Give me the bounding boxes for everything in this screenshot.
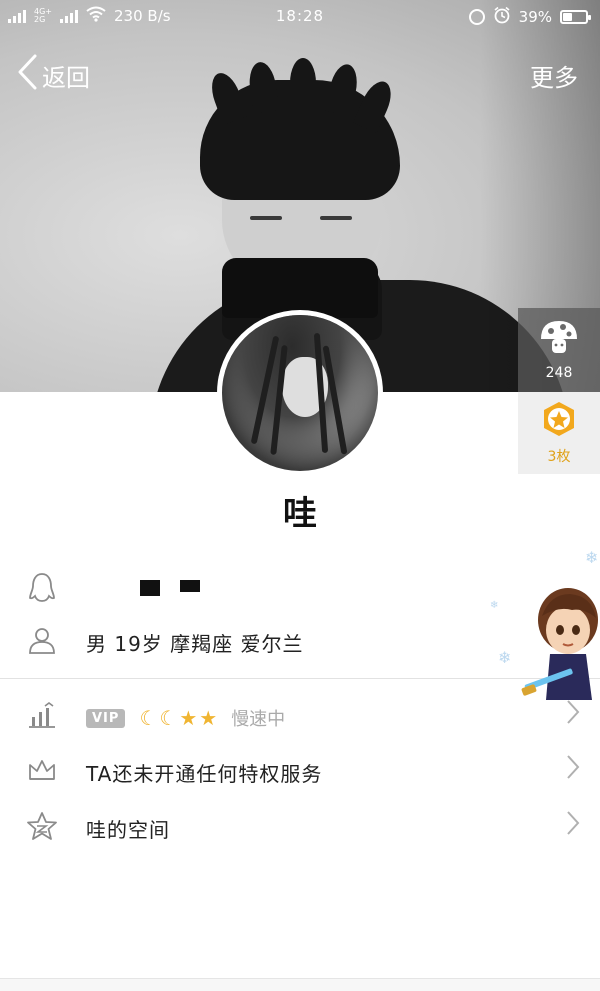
moon-icon: ☾ [159, 706, 178, 730]
speed-status: 慢速中 [231, 709, 286, 730]
chevron-right-icon [566, 754, 580, 786]
snowflake-icon: ❄ [490, 600, 499, 611]
profile-details: 男 19岁 摩羯座 爱尔兰 [86, 632, 304, 656]
alarm-icon [493, 6, 511, 28]
star-coin-icon [540, 400, 578, 442]
bottom-bar [0, 978, 600, 991]
qzone-label: 哇的空间 [86, 818, 170, 842]
qzone-row[interactable]: 哇的空间 [0, 808, 600, 844]
vip-row[interactable]: VIP ☾ ☾ ★ ★ 慢速中 [0, 697, 600, 733]
back-label: 返回 [42, 63, 90, 92]
nickname: 哇 [283, 494, 317, 534]
privilege-row[interactable]: TA还未开通任何特权服务 [0, 752, 600, 788]
mushroom-count: 248 [545, 365, 573, 381]
redacted-block [180, 580, 200, 592]
crown-icon [26, 754, 58, 786]
divider [0, 678, 600, 679]
more-button[interactable]: 更多 [530, 58, 578, 93]
lock-icon [468, 9, 485, 25]
person-icon [26, 624, 58, 656]
mushroom-icon [539, 319, 579, 361]
qq-number-row [0, 570, 600, 606]
star-icon: ★ [179, 706, 198, 730]
vip-content: VIP ☾ ☾ ★ ★ 慢速中 [86, 705, 285, 731]
status-right: 39% [468, 6, 591, 28]
level-chart-icon [26, 699, 58, 731]
battery-percent: 39% [518, 8, 552, 26]
coin-count: 3枚 [547, 449, 571, 465]
redacted-block [140, 580, 160, 596]
cartoon-pendant[interactable] [520, 580, 600, 720]
star-icon: ★ [199, 706, 218, 730]
qzone-star-icon [26, 810, 58, 842]
mushroom-badge[interactable]: 248 [518, 308, 600, 392]
back-button[interactable]: 返回 [16, 54, 90, 96]
avatar[interactable] [217, 310, 383, 476]
avatar-photo [222, 315, 378, 471]
battery-icon [560, 10, 591, 24]
coin-badge[interactable]: 3枚 [518, 392, 600, 474]
privilege-label: TA还未开通任何特权服务 [86, 762, 323, 786]
chevron-left-icon [16, 54, 38, 96]
eye-right [320, 216, 352, 220]
status-bar: 4G+ 2G 230 B/s 18:28 39% [0, 0, 600, 32]
snowflake-icon: ❄ [585, 548, 599, 567]
snowflake-icon: ❄ [498, 648, 512, 667]
penguin-icon [26, 572, 58, 604]
hair-spike [290, 58, 316, 108]
vip-tag: VIP [86, 708, 126, 728]
chevron-right-icon [566, 810, 580, 842]
moon-icon: ☾ [139, 706, 158, 730]
eye-left [250, 216, 282, 220]
cover-person-mask [222, 258, 378, 318]
level-icons: ☾ ☾ ★ ★ [139, 706, 217, 730]
